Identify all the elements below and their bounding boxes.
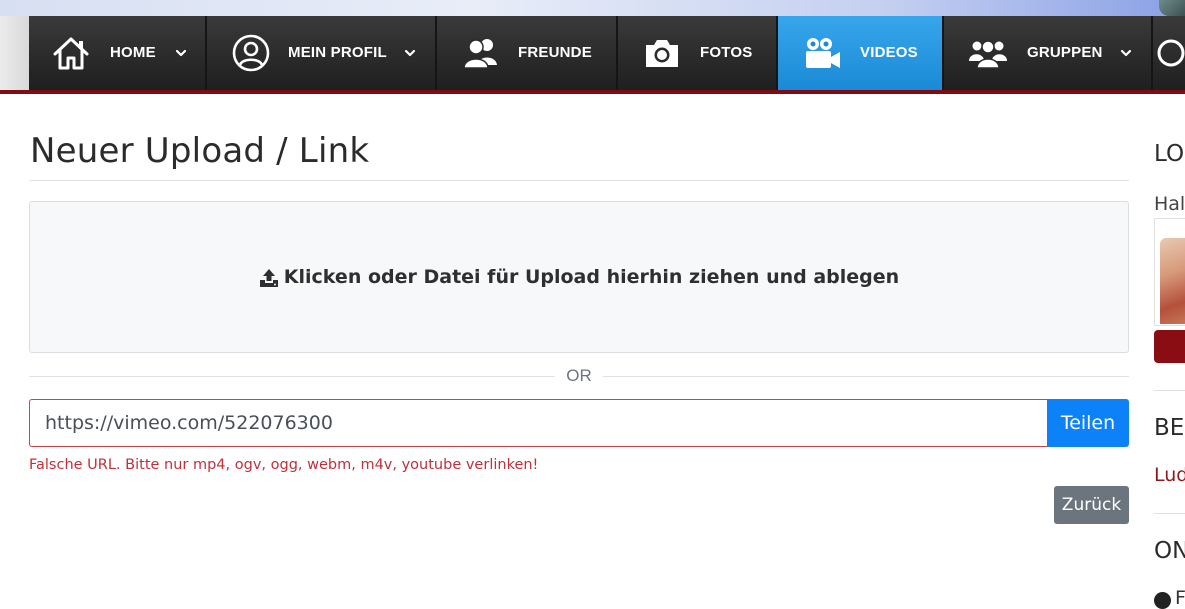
sidebar-divider xyxy=(1154,390,1185,391)
upload-icon xyxy=(259,269,278,287)
nav-label-videos: VIDEOS xyxy=(860,44,918,61)
sidebar-heading-2: BE xyxy=(1154,415,1185,441)
dropzone-text: Klicken oder Datei für Upload hierhin zi… xyxy=(283,266,900,288)
nav-item-fotos[interactable]: FOTOS xyxy=(618,16,778,90)
nav-item-mein-profil[interactable]: MEIN PROFIL xyxy=(207,16,437,90)
chevron-down-icon xyxy=(404,49,416,57)
chat-icon xyxy=(1157,39,1185,67)
sidebar-button[interactable] xyxy=(1154,330,1185,363)
or-separator: OR xyxy=(566,366,592,385)
chevron-down-icon xyxy=(1120,49,1132,57)
nav-label-fotos: FOTOS xyxy=(700,44,753,61)
banner-avatar xyxy=(1159,0,1185,16)
share-button[interactable]: Teilen xyxy=(1047,399,1129,447)
avatar[interactable] xyxy=(1160,238,1185,324)
nav-item-home[interactable]: HOME xyxy=(29,16,207,90)
navbar-left-edge xyxy=(0,16,29,92)
sidebar-greeting: Hal xyxy=(1154,193,1185,215)
nav-label-gruppen: GRUPPEN xyxy=(1027,44,1103,61)
upload-dropzone[interactable]: Klicken oder Datei für Upload hierhin zi… xyxy=(29,201,1129,353)
nav-item-more[interactable] xyxy=(1153,16,1185,90)
user-circle-icon xyxy=(232,34,270,72)
nav-item-videos[interactable]: VIDEOS xyxy=(778,16,944,90)
sidebar-divider xyxy=(1154,513,1185,514)
url-error-message: Falsche URL. Bitte nur mp4, ogv, ogg, we… xyxy=(29,457,539,473)
sidebar-heading-login: LO xyxy=(1154,141,1185,167)
group-icon xyxy=(969,40,1007,69)
sidebar-online-text: F xyxy=(1175,587,1185,609)
back-button[interactable]: Zurück xyxy=(1054,486,1129,524)
video-camera-icon xyxy=(806,38,840,68)
separator-line-right xyxy=(603,376,1129,377)
nav-item-gruppen[interactable]: GRUPPEN xyxy=(944,16,1153,90)
nav-label-mein-profil: MEIN PROFIL xyxy=(288,44,387,61)
sidebar-heading-online: ON xyxy=(1154,538,1185,564)
camera-icon xyxy=(646,40,678,67)
users-icon xyxy=(463,39,497,69)
nav-label-freunde: FREUNDE xyxy=(518,44,592,61)
navbar-accent-line xyxy=(0,90,1185,94)
url-input[interactable] xyxy=(29,399,1047,447)
top-banner-strip xyxy=(0,0,1185,16)
separator-line-left xyxy=(29,376,555,377)
home-icon xyxy=(53,37,89,70)
chevron-down-icon xyxy=(175,49,187,57)
page-title: Neuer Upload / Link xyxy=(30,131,370,171)
title-divider xyxy=(29,180,1129,181)
online-status-dot xyxy=(1154,592,1171,609)
nav-label-home: HOME xyxy=(110,44,156,61)
main-navbar: HOME MEIN PROFIL FREUNDE FOTOS VIDEOS GR… xyxy=(29,16,1185,90)
nav-item-freunde[interactable]: FREUNDE xyxy=(437,16,618,90)
sidebar-link[interactable]: Lud xyxy=(1154,463,1185,487)
